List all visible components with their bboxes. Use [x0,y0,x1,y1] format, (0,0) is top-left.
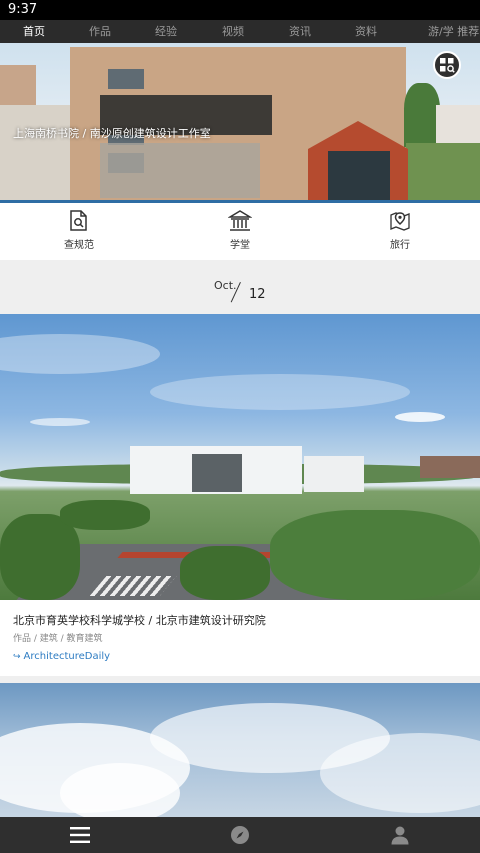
status-time: 9:37 [8,2,38,17]
article-image[interactable] [0,314,480,600]
hero-building-right [436,105,480,143]
hero-glass-lower [100,143,260,198]
top-nav: 首页 作品 经验 视频 资讯 资料 游/学 推荐 [0,20,480,43]
trees [60,500,150,530]
cloud [0,334,160,374]
nav-item-home[interactable]: 首页 [23,20,45,43]
school-glass [192,454,242,492]
distant-building [420,456,480,478]
tab-discover[interactable] [228,823,252,847]
hero-gable-glass [328,151,390,201]
trees [180,546,270,600]
hero-building-left [0,105,70,202]
nav-item-works[interactable]: 作品 [89,20,111,43]
school-building-wing [304,456,364,492]
compass-icon [231,826,249,844]
date-header [0,260,480,314]
trees [270,510,480,600]
hero-window [108,69,144,89]
cloud [150,374,410,410]
source-link-icon: ↪ [13,651,21,662]
article-source[interactable]: ↪ ArchitectureDaily [13,651,110,662]
nav-item-experience[interactable]: 经验 [155,20,177,43]
article-tags: 作品 / 建筑 / 教育建筑 [13,634,103,644]
quick-link-standards[interactable]: 查规范 [49,209,109,251]
quick-link-travel[interactable]: 旅行 [370,209,430,251]
date-month: Oct. [214,279,237,292]
bottom-tab-bar [0,817,480,853]
quick-link-label: 学堂 [230,240,250,251]
user-icon [391,826,409,845]
document-search-icon [70,210,87,231]
article-image[interactable] [0,683,480,817]
menu-icon [70,827,90,843]
nav-item-video[interactable]: 视频 [222,20,244,43]
grid-search-icon [440,58,455,73]
article-source-name: ArchitectureDaily [23,651,111,662]
nav-item-recommend[interactable]: 游/学 推荐 [428,20,479,43]
hero-trees [404,83,440,147]
quick-link-academy[interactable]: 学堂 [210,209,270,251]
quick-link-label: 旅行 [390,240,410,251]
layout-grid-button[interactable] [433,51,461,79]
cloud [60,763,180,817]
cloud [395,412,445,422]
nav-item-resources[interactable]: 资料 [355,20,377,43]
quick-links: 查规范 学堂 旅行 [0,203,480,260]
hero-caption: 上海南桥书院 / 南沙原创建筑设计工作室 [13,127,211,140]
hero-field [406,143,480,202]
trees [0,514,80,600]
nav-item-news[interactable]: 资讯 [289,20,311,43]
hero-banner[interactable] [0,43,480,202]
quick-link-label: 查规范 [64,240,94,251]
classical-building-icon [228,210,252,231]
status-bar: 9:37 [0,0,480,20]
tab-menu[interactable] [68,823,92,847]
map-pin-icon [390,212,410,231]
date-day: 12 [249,287,266,302]
article-title[interactable]: 北京市育英学校科学城学校 / 北京市建筑设计研究院 [13,612,266,628]
tab-profile[interactable] [388,823,412,847]
cloud [30,418,90,426]
